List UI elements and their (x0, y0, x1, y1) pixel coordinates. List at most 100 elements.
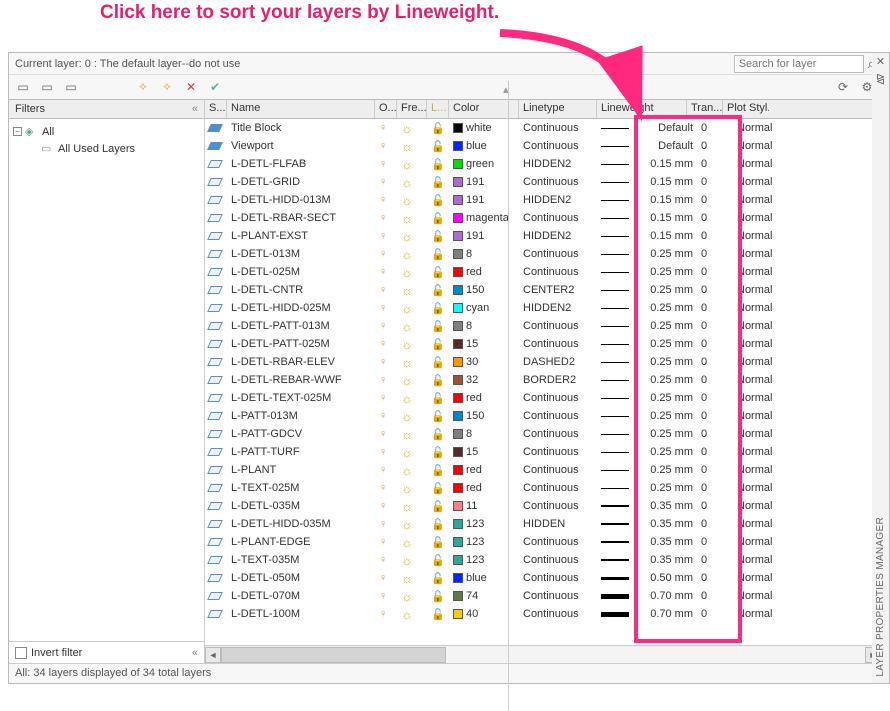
lineweight-cell[interactable]: 0.25 mm (597, 263, 697, 281)
table-row[interactable]: L-DETL-013M♀☼🔓8Continuous0.25 mm0Normal (205, 245, 881, 263)
plotstyle-cell[interactable]: Normal (733, 335, 779, 353)
sun-icon[interactable]: ☼ (401, 517, 413, 532)
sun-icon[interactable]: ☼ (401, 409, 413, 424)
linetype-cell[interactable]: Continuous (519, 209, 597, 227)
lightbulb-icon[interactable]: ♀ (379, 230, 387, 242)
transparency-cell[interactable]: 0 (697, 263, 733, 281)
lightbulb-icon[interactable]: ♀ (379, 140, 387, 152)
tree-collapse-icon[interactable]: − (13, 127, 22, 136)
linetype-cell[interactable]: Continuous (519, 461, 597, 479)
sun-icon[interactable]: ☼ (401, 481, 413, 496)
col-name-header[interactable]: Name (227, 100, 375, 118)
table-row[interactable]: Viewport♀☼🔓blueContinuousDefault0Normal (205, 137, 881, 155)
layer-name-cell[interactable]: L-PATT-TURF (227, 443, 375, 461)
table-row[interactable]: L-DETL-050M♀☼🔓blueContinuous0.50 mm0Norm… (205, 569, 881, 587)
table-row[interactable]: L-PATT-GDCV♀☼🔓8Continuous0.25 mm0Normal (205, 425, 881, 443)
linetype-cell[interactable]: HIDDEN (519, 515, 597, 533)
layer-name-cell[interactable]: L-DETL-035M (227, 497, 375, 515)
table-row[interactable]: L-DETL-100M♀☼🔓40Continuous0.70 mm0Normal (205, 605, 881, 623)
scroll-left-button[interactable]: ◄ (205, 647, 221, 663)
layer-name-cell[interactable]: L-DETL-REBAR-WWF (227, 371, 375, 389)
sun-icon[interactable]: ☼ (401, 193, 413, 208)
layer-name-cell[interactable]: L-TEXT-025M (227, 479, 375, 497)
layer-name-cell[interactable]: L-DETL-CNTR (227, 281, 375, 299)
linetype-cell[interactable]: Continuous (519, 425, 597, 443)
lightbulb-icon[interactable]: ♀ (379, 248, 387, 260)
lineweight-cell[interactable]: 0.35 mm (597, 497, 697, 515)
layer-name-cell[interactable]: L-DETL-013M (227, 245, 375, 263)
new-layer-filter-icon[interactable]: ▭ (15, 79, 31, 95)
layer-name-cell[interactable]: L-PLANT-EDGE (227, 533, 375, 551)
transparency-cell[interactable]: 0 (697, 353, 733, 371)
table-row[interactable]: L-DETL-CNTR♀☼🔓150CENTER20.25 mm0Normal (205, 281, 881, 299)
layer-name-cell[interactable]: L-DETL-100M (227, 605, 375, 623)
linetype-cell[interactable]: Continuous (519, 407, 597, 425)
table-row[interactable]: L-DETL-FLFAB♀☼🔓greenHIDDEN20.15 mm0Norma… (205, 155, 881, 173)
sun-icon[interactable]: ☼ (401, 301, 413, 316)
lock-icon[interactable]: 🔓 (431, 176, 445, 189)
linetype-cell[interactable]: Continuous (519, 551, 597, 569)
linetype-cell[interactable]: Continuous (519, 569, 597, 587)
lock-icon[interactable]: 🔓 (431, 554, 445, 567)
lock-icon[interactable]: 🔓 (431, 392, 445, 405)
table-row[interactable]: L-PATT-TURF♀☼🔓15Continuous0.25 mm0Normal (205, 443, 881, 461)
transparency-cell[interactable]: 0 (697, 605, 733, 623)
transparency-cell[interactable]: 0 (697, 209, 733, 227)
lineweight-cell[interactable]: 0.25 mm (597, 353, 697, 371)
transparency-cell[interactable]: 0 (697, 425, 733, 443)
linetype-cell[interactable]: Continuous (519, 479, 597, 497)
scroll-track[interactable] (221, 647, 865, 663)
linetype-cell[interactable]: Continuous (519, 497, 597, 515)
plotstyle-cell[interactable]: Normal (733, 137, 779, 155)
layer-name-cell[interactable]: L-DETL-050M (227, 569, 375, 587)
layer-name-cell[interactable]: L-DETL-PATT-025M (227, 335, 375, 353)
sun-icon[interactable]: ☼ (401, 121, 413, 136)
sun-icon[interactable]: ☼ (401, 229, 413, 244)
layer-name-cell[interactable]: L-DETL-PATT-013M (227, 317, 375, 335)
layer-name-cell[interactable]: Viewport (227, 137, 375, 155)
grid-body[interactable]: Title Block♀☼🔓whiteContinuousDefault0Nor… (205, 119, 881, 645)
sun-icon[interactable]: ☼ (401, 427, 413, 442)
pin-icon[interactable]: ⧎ (876, 70, 885, 87)
lineweight-cell[interactable]: 0.15 mm (597, 227, 697, 245)
linetype-cell[interactable]: HIDDEN2 (519, 227, 597, 245)
sun-icon[interactable]: ☼ (401, 553, 413, 568)
lineweight-cell[interactable]: 0.15 mm (597, 209, 697, 227)
lineweight-cell[interactable]: 0.50 mm (597, 569, 697, 587)
transparency-cell[interactable]: 0 (697, 191, 733, 209)
transparency-cell[interactable]: 0 (697, 137, 733, 155)
lineweight-cell[interactable]: 0.25 mm (597, 245, 697, 263)
col-freeze-header[interactable]: Fre... (397, 100, 427, 118)
lock-icon[interactable]: 🔓 (431, 410, 445, 423)
transparency-cell[interactable]: 0 (697, 119, 733, 137)
transparency-cell[interactable]: 0 (697, 515, 733, 533)
new-group-filter-icon[interactable]: ▭ (39, 79, 55, 95)
lightbulb-icon[interactable]: ♀ (379, 122, 387, 134)
linetype-cell[interactable]: Continuous (519, 533, 597, 551)
tree-child[interactable]: ▭ All Used Layers (11, 140, 202, 157)
lock-icon[interactable]: 🔓 (431, 500, 445, 513)
transparency-cell[interactable]: 0 (697, 281, 733, 299)
table-row[interactable]: L-DETL-TEXT-025M♀☼🔓redContinuous0.25 mm0… (205, 389, 881, 407)
transparency-cell[interactable]: 0 (697, 461, 733, 479)
table-row[interactable]: L-PLANT-EXST♀☼🔓191HIDDEN20.15 mm0Normal (205, 227, 881, 245)
lineweight-cell[interactable]: 0.25 mm (597, 425, 697, 443)
layer-name-cell[interactable]: L-DETL-GRID (227, 173, 375, 191)
linetype-cell[interactable]: Continuous (519, 605, 597, 623)
col-plot-header[interactable]: Plot Styl... (723, 100, 769, 118)
sun-icon[interactable]: ☼ (401, 265, 413, 280)
transparency-cell[interactable]: 0 (697, 533, 733, 551)
layer-name-cell[interactable]: L-DETL-HIDD-025M (227, 299, 375, 317)
plotstyle-cell[interactable]: Normal (733, 281, 779, 299)
plotstyle-cell[interactable]: Normal (733, 191, 779, 209)
plotstyle-cell[interactable]: Normal (733, 443, 779, 461)
lightbulb-icon[interactable]: ♀ (379, 608, 387, 620)
lock-icon[interactable]: 🔓 (431, 338, 445, 351)
lightbulb-icon[interactable]: ♀ (379, 194, 387, 206)
transparency-cell[interactable]: 0 (697, 227, 733, 245)
lock-icon[interactable]: 🔓 (431, 230, 445, 243)
lightbulb-icon[interactable]: ♀ (379, 284, 387, 296)
lightbulb-icon[interactable]: ♀ (379, 176, 387, 188)
plotstyle-cell[interactable]: Normal (733, 515, 779, 533)
table-row[interactable]: L-TEXT-025M♀☼🔓redContinuous0.25 mm0Norma… (205, 479, 881, 497)
